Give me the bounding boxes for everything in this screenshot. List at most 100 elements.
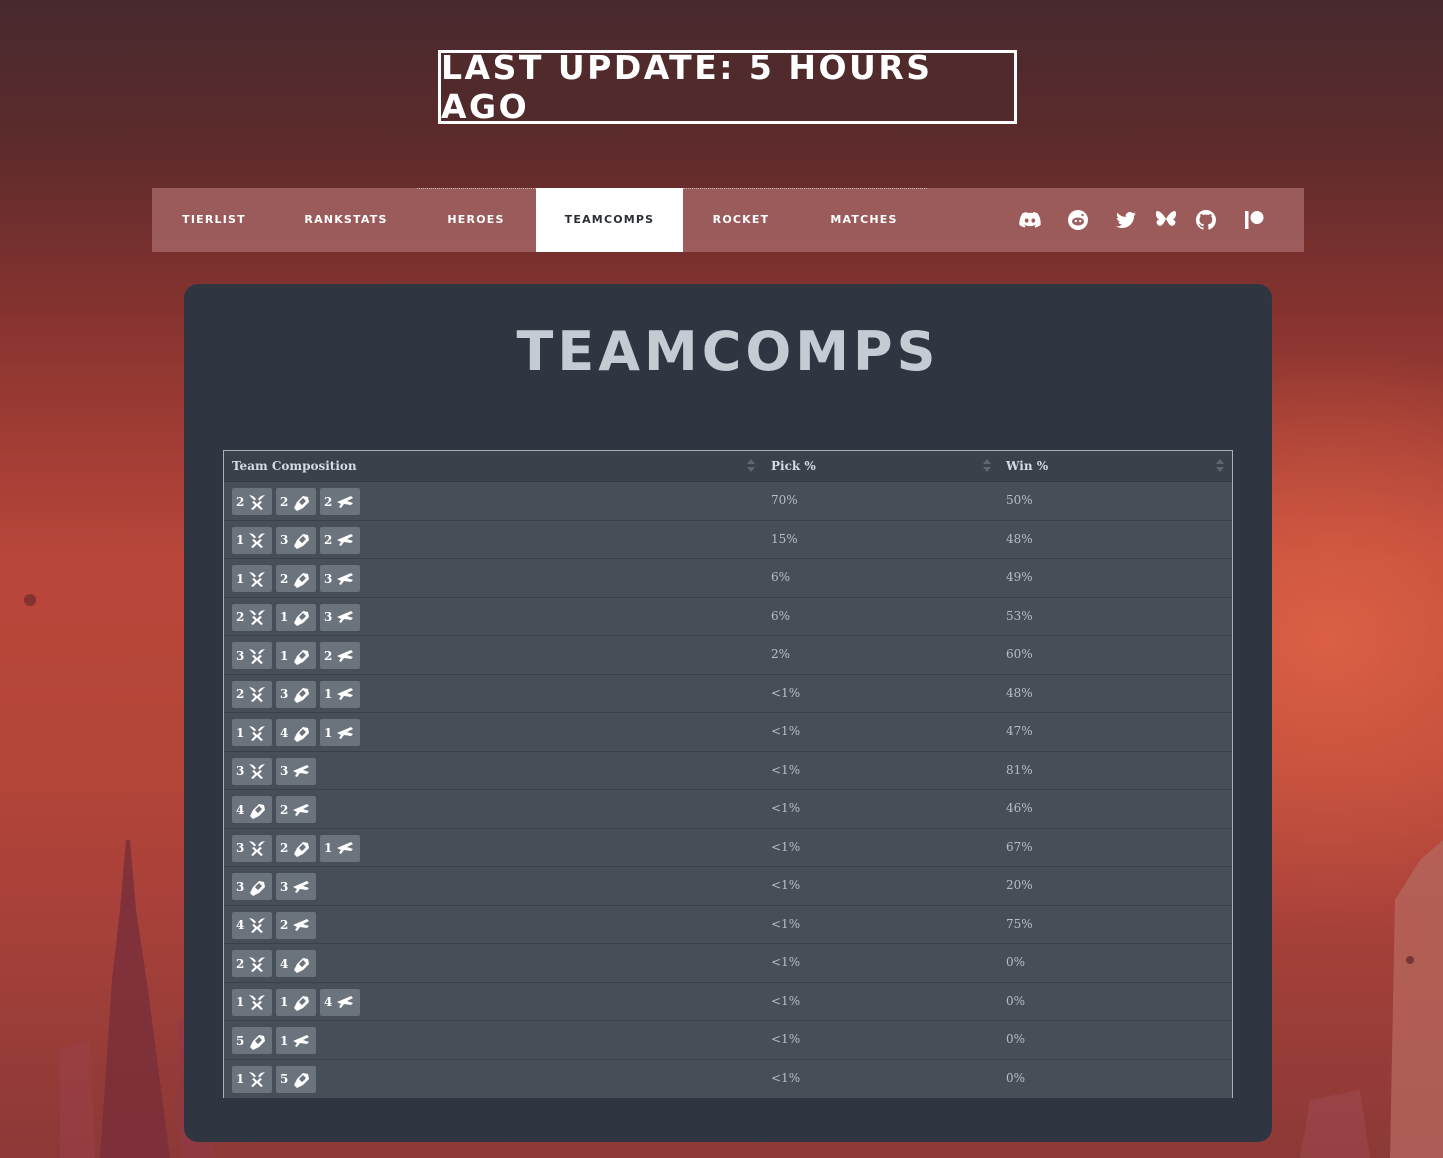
role-count: 2: [236, 956, 245, 971]
last-update-banner: LAST UPDATE: 5 HOURS AGO: [438, 48, 1017, 126]
win-rate-cell: 75%: [1006, 916, 1033, 931]
role-count: 1: [324, 841, 333, 855]
pick-rate-cell: <1%: [771, 1032, 801, 1046]
pick-rate-cell: 6%: [771, 570, 791, 584]
patreon-icon[interactable]: [1242, 208, 1266, 232]
nav-tab-rankstats[interactable]: RANKSTATS: [276, 188, 416, 252]
role-count: 1: [236, 571, 245, 586]
duelist-count-badge: 1: [276, 603, 316, 631]
duelist-role-icon: [291, 570, 311, 588]
pick-rate-cell: <1%: [771, 724, 801, 738]
column-header-team-composition[interactable]: Team Composition: [232, 451, 357, 482]
pick-rate-cell: <1%: [771, 762, 801, 777]
main-nav: TIERLIST RANKSTATS HEROES TEAMCOMPS ROCK…: [152, 188, 1304, 252]
team-composition-cell: 4 2: [232, 796, 316, 823]
pick-rate-cell: <1%: [771, 916, 801, 931]
pick-rate-cell: <1%: [771, 685, 801, 700]
strategist-role-icon: [291, 762, 311, 780]
strategist-count-badge: 2: [320, 642, 360, 669]
twitter-icon[interactable]: [1114, 208, 1138, 232]
win-rate-cell: 0%: [1006, 1070, 1026, 1085]
sort-icon[interactable]: [747, 459, 755, 473]
duelist-count-badge: 1: [276, 988, 316, 1016]
win-rate-cell: 48%: [1006, 685, 1033, 700]
team-composition-cell: 1 1 4: [232, 988, 360, 1016]
win-rate-cell: 60%: [1006, 647, 1033, 661]
table-row: 1 5 <1% 0%: [224, 1059, 1232, 1098]
duelist-count-badge: 4: [232, 796, 272, 823]
reddit-icon[interactable]: [1066, 208, 1090, 232]
pick-rate-cell: <1%: [771, 839, 801, 854]
table-row: 3 3 <1% 81%: [224, 751, 1232, 790]
nav-tab-heroes[interactable]: HEROES: [416, 188, 536, 252]
sort-icon[interactable]: [1216, 459, 1224, 473]
discord-icon[interactable]: [1018, 208, 1042, 232]
vanguard-count-badge: 1: [232, 526, 272, 554]
role-count: 3: [236, 841, 245, 855]
pick-rate-cell: <1%: [771, 878, 801, 892]
role-count: 2: [324, 494, 333, 509]
pick-rate-cell: 15%: [771, 531, 798, 546]
duelist-role-icon: [291, 839, 311, 857]
team-composition-cell: 1 5: [232, 1065, 316, 1093]
pick-rate-cell: 70%: [771, 493, 798, 507]
column-header-win[interactable]: Win %: [1006, 451, 1048, 482]
strategist-count-badge: 2: [276, 796, 316, 823]
table-row: 1 2 3 6% 49%: [224, 559, 1232, 598]
win-rate-cell: 0%: [1006, 955, 1026, 969]
role-count: 3: [236, 879, 245, 894]
table-row: 2 2 2 70% 50%: [224, 482, 1232, 521]
column-header-pick[interactable]: Pick %: [771, 451, 816, 482]
nav-tab-matches[interactable]: MATCHES: [799, 188, 929, 252]
strategist-count-badge: 3: [276, 873, 316, 900]
vanguard-count-badge: 3: [232, 642, 272, 669]
strategist-role-icon: [291, 1032, 311, 1050]
team-composition-cell: 2 2 2: [232, 488, 360, 515]
table-row: 5 1 <1% 0%: [224, 1021, 1232, 1060]
role-count: 3: [280, 879, 289, 894]
duelist-role-icon: [291, 531, 311, 549]
github-icon[interactable]: [1194, 208, 1218, 232]
table-row: 4 2 <1% 75%: [224, 905, 1232, 944]
nav-tab-rocket[interactable]: ROCKET: [683, 188, 799, 252]
role-count: 1: [280, 995, 289, 1009]
role-count: 4: [280, 725, 289, 740]
teamcomps-table: Team Composition Pick % Win % 2 2 2 70% 5…: [223, 450, 1233, 1098]
vanguard-count-badge: 3: [232, 757, 272, 785]
strategist-role-icon: [335, 685, 355, 703]
role-count: 4: [236, 802, 245, 817]
pick-rate-cell: <1%: [771, 801, 801, 815]
role-count: 5: [280, 1072, 289, 1086]
vanguard-count-badge: 1: [232, 1065, 272, 1093]
strategist-role-icon: [335, 493, 355, 511]
nav-tab-tierlist[interactable]: TIERLIST: [152, 188, 276, 252]
duelist-count-badge: 5: [276, 1065, 316, 1093]
role-count: 1: [236, 533, 245, 547]
duelist-role-icon: [291, 685, 311, 703]
vanguard-role-icon: [247, 570, 267, 588]
strategist-role-icon: [291, 878, 311, 896]
team-composition-cell: 1 4 1: [232, 719, 360, 746]
teamcomps-panel: TEAMCOMPS Team Composition Pick % Win % …: [184, 284, 1272, 1142]
strategist-count-badge: 2: [320, 526, 360, 554]
vanguard-role-icon: [247, 762, 267, 780]
role-count: 5: [236, 1033, 245, 1048]
role-count: 2: [280, 571, 289, 586]
win-rate-cell: 46%: [1006, 801, 1033, 815]
strategist-role-icon: [335, 647, 355, 665]
duelist-count-badge: 2: [276, 488, 316, 515]
table-row: 3 2 1 <1% 67%: [224, 828, 1232, 867]
pick-rate-cell: 6%: [771, 608, 791, 623]
duelist-role-icon: [291, 724, 311, 742]
role-count: 2: [280, 802, 289, 817]
vanguard-count-badge: 2: [232, 950, 272, 977]
vanguard-role-icon: [247, 724, 267, 742]
table-row: 1 3 2 15% 48%: [224, 520, 1232, 559]
nav-tab-teamcomps[interactable]: TEAMCOMPS: [536, 188, 683, 252]
vanguard-count-badge: 2: [232, 488, 272, 515]
bluesky-icon[interactable]: [1154, 208, 1178, 232]
duelist-count-badge: 4: [276, 950, 316, 977]
role-count: 1: [324, 725, 333, 740]
vanguard-count-badge: 1: [232, 565, 272, 592]
sort-icon[interactable]: [983, 459, 991, 473]
